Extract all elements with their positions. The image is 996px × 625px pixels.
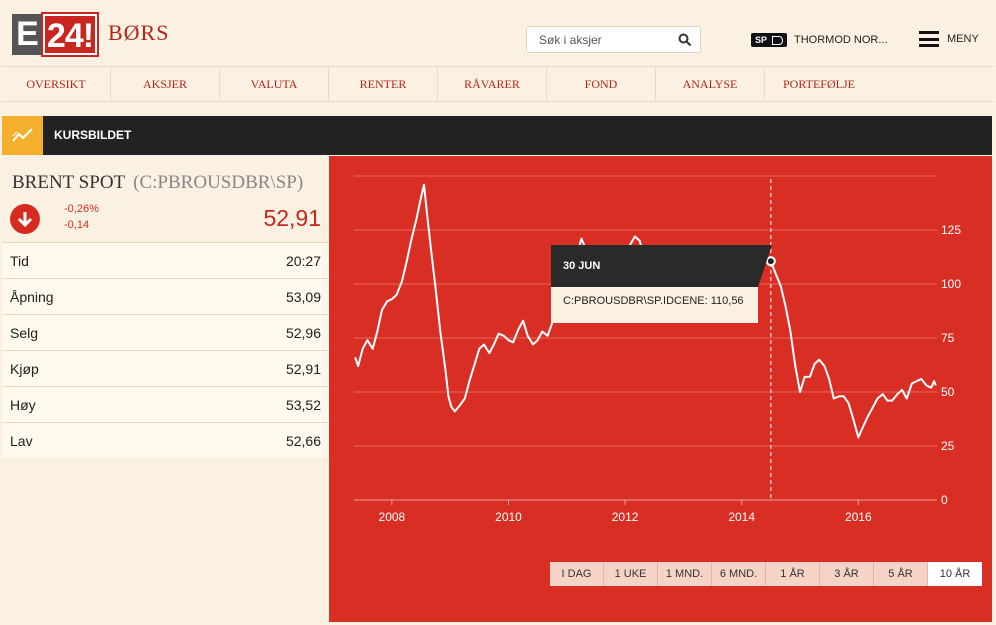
- change-absolute: -0,14: [64, 219, 90, 231]
- nav-oversikt[interactable]: OVERSIKT: [2, 67, 111, 101]
- y-tick-label: 50: [941, 385, 955, 399]
- instrument-title: BRENT SPOT (C:PBROUSDBR\SP): [12, 172, 303, 194]
- stat-value: 52,66: [285, 432, 321, 449]
- logo-24: 24!: [41, 12, 99, 57]
- stat-label: Tid: [10, 252, 29, 269]
- y-tick-label: 25: [941, 439, 955, 453]
- range-button-6-mnd[interactable]: 6 MND.: [712, 562, 766, 586]
- stat-value: 52,96: [285, 324, 321, 341]
- last-price: 52,91: [263, 205, 321, 231]
- x-tick-label: 2012: [612, 510, 639, 524]
- change-percent: -0,26%: [64, 203, 99, 215]
- search-input[interactable]: [527, 27, 672, 52]
- section-title: KURSBILDET: [54, 128, 132, 142]
- stat-value: 53,09: [285, 288, 321, 305]
- search-icon[interactable]: [678, 33, 692, 47]
- price-row: -0,26% -0,14 52,91: [2, 198, 329, 240]
- stat-row: Selg 52,96: [2, 314, 329, 350]
- stat-label: Kjøp: [10, 360, 39, 377]
- stat-label: Selg: [10, 324, 39, 341]
- stat-row: Kjøp 52,91: [2, 350, 329, 386]
- stat-value: 20:27: [285, 252, 321, 269]
- user-account[interactable]: SP THORMOD NOR...: [751, 33, 888, 47]
- brand-title[interactable]: BØRS: [108, 20, 169, 46]
- menu-label: MENY: [947, 33, 979, 45]
- stat-row: Åpning 53,09: [2, 278, 329, 314]
- x-tick-label: 2008: [379, 510, 406, 524]
- nav-fond[interactable]: FOND: [547, 67, 656, 101]
- range-button-1-mnd[interactable]: 1 MND.: [658, 562, 712, 586]
- tooltip-date: 30 JUN: [551, 245, 772, 287]
- nav-ravarer[interactable]: RÅVARER: [438, 67, 547, 101]
- x-tick-label: 2010: [495, 510, 522, 524]
- header: E 24! BØRS SP THORMOD NOR... MENY: [0, 0, 996, 66]
- x-tick-label: 2014: [728, 510, 755, 524]
- range-button-10-ar[interactable]: 10 ÅR: [928, 562, 982, 586]
- nav-portefolje[interactable]: PORTEFØLJE: [765, 67, 994, 101]
- range-button-i-dag[interactable]: I DAG: [550, 562, 604, 586]
- x-tick-label: 2016: [845, 510, 872, 524]
- stats-table: Tid 20:27 Åpning 53,09 Selg 52,96 Kjøp 52,91…: [2, 242, 329, 458]
- range-button-3-ar[interactable]: 3 ÅR: [820, 562, 874, 586]
- chart-trend-icon: [2, 116, 43, 155]
- instrument-panel: BRENT SPOT (C:PBROUSDBR\SP) -0,26% -0,14 …: [2, 156, 329, 622]
- stat-label: Åpning: [10, 288, 54, 305]
- nav-renter[interactable]: RENTER: [329, 67, 438, 101]
- y-tick-label: 125: [941, 223, 961, 237]
- nav-aksjer[interactable]: AKSJER: [111, 67, 220, 101]
- logo-e: E: [12, 14, 43, 55]
- stat-label: Lav: [10, 432, 33, 449]
- menu-button[interactable]: MENY: [919, 31, 979, 47]
- range-button-1-uke[interactable]: 1 UKE: [604, 562, 658, 586]
- user-name[interactable]: THORMOD NOR...: [794, 34, 888, 46]
- hamburger-icon: [919, 31, 939, 47]
- sp-badge: SP: [751, 33, 787, 47]
- arrow-down-icon: [10, 204, 40, 234]
- search-box[interactable]: [526, 26, 701, 53]
- chart-tooltip: 30 JUN C:PBROUSDBR\SP.IDCENE: 110,56: [551, 245, 772, 323]
- nav-analyse[interactable]: ANALYSE: [656, 67, 765, 101]
- stat-value: 53,52: [285, 396, 321, 413]
- stat-label: Høy: [10, 396, 36, 413]
- range-selector: I DAG 1 UKE 1 MND. 6 MND. 1 ÅR 3 ÅR 5 ÅR…: [550, 562, 982, 586]
- range-button-1-ar[interactable]: 1 ÅR: [766, 562, 820, 586]
- y-tick-label: 100: [941, 277, 961, 291]
- stat-row: Lav 52,66: [2, 422, 329, 458]
- stat-value: 52,91: [285, 360, 321, 377]
- stat-row: Tid 20:27: [2, 242, 329, 278]
- e24-logo[interactable]: E 24!: [12, 12, 99, 57]
- y-tick-label: 0: [941, 493, 948, 507]
- instrument-code: (C:PBROUSDBR\SP): [133, 172, 304, 193]
- tooltip-value: C:PBROUSDBR\SP.IDCENE: 110,56: [551, 287, 758, 323]
- instrument-name: BRENT SPOT: [12, 172, 126, 193]
- section-bar: KURSBILDET: [2, 116, 992, 155]
- chart-svg[interactable]: 0 25 50 75 100 125 2008 2010 2012 2014 2016: [329, 156, 992, 622]
- y-tick-label: 75: [941, 331, 955, 345]
- main-nav: OVERSIKT AKSJER VALUTA RENTER RÅVARER FO…: [2, 66, 994, 102]
- price-chart[interactable]: 0 25 50 75 100 125 2008 2010 2012 2014 2016 30 JUN…: [329, 156, 992, 622]
- nav-valuta[interactable]: VALUTA: [220, 67, 329, 101]
- range-button-5-ar[interactable]: 5 ÅR: [874, 562, 928, 586]
- stat-row: Høy 53,52: [2, 386, 329, 422]
